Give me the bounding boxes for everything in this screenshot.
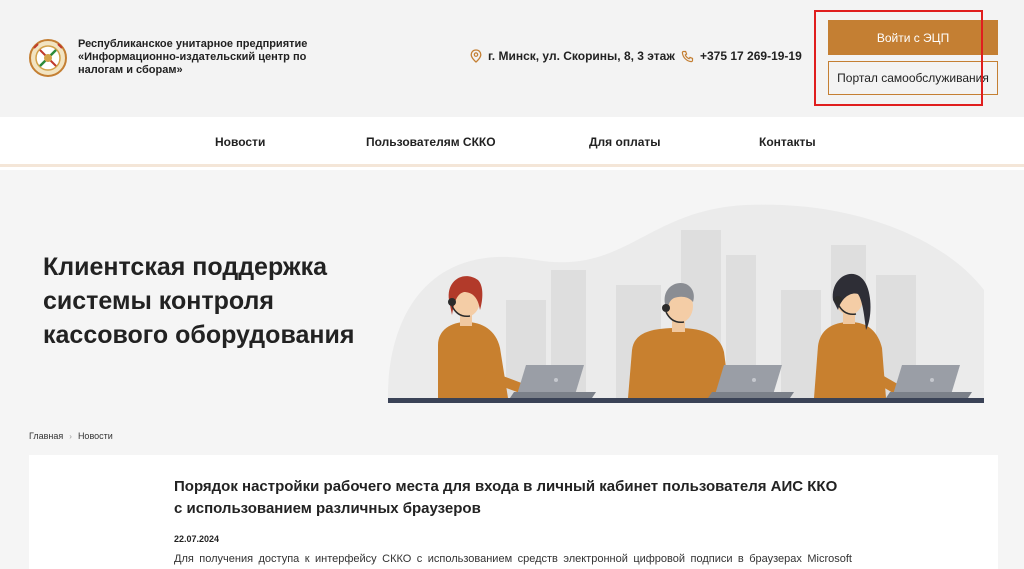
org-name-line-3: налогам и сборам»: [78, 64, 183, 76]
hero-banner: Клиентская поддержка системы контроля ка…: [0, 170, 1024, 403]
phone-number: +375 17 269-19-19: [700, 49, 802, 63]
hero-title-line-2: системы контроля: [43, 287, 274, 315]
article-title-line-2: с использованием различных браузеров: [174, 500, 481, 517]
org-name-line-1: Республиканское унитарное предприятие: [78, 38, 308, 50]
article-title-line-1: Порядок настройки рабочего места для вхо…: [174, 478, 838, 495]
org-name-line-2: «Информационно-издательский центр по: [78, 51, 307, 63]
breadcrumb-current: Новости: [77, 431, 113, 441]
phone[interactable]: +375 17 269-19-19: [681, 49, 802, 63]
site-header: Республиканское унитарное предприятие «И…: [0, 0, 1024, 117]
location-pin-icon: [470, 49, 482, 63]
main-navigation: Новости Пользователям СККО Для оплаты Ко…: [0, 117, 1024, 167]
hero-title: Клиентская поддержка системы контроля ка…: [43, 250, 354, 352]
login-ecp-button[interactable]: Войти с ЭЦП: [828, 20, 998, 55]
address: г. Минск, ул. Скорины, 8, 3 этаж: [470, 49, 675, 63]
nav-item-skko-users[interactable]: Пользователям СККО: [366, 135, 496, 149]
article-date: 22.07.2024: [174, 534, 220, 544]
chevron-right-icon: ›: [69, 431, 72, 441]
nav-item-contacts[interactable]: Контакты: [759, 135, 816, 149]
phone-icon: [681, 50, 694, 62]
address-text: г. Минск, ул. Скорины, 8, 3 этаж: [488, 49, 675, 63]
breadcrumb-home[interactable]: Главная: [29, 431, 63, 441]
self-service-portal-button[interactable]: Портал самообслуживания: [828, 61, 998, 95]
article-title[interactable]: Порядок настройки рабочего места для вхо…: [174, 476, 874, 520]
hero-title-line-1: Клиентская поддержка: [43, 253, 328, 281]
organization-name: Республиканское унитарное предприятие «И…: [78, 38, 318, 77]
support-agents-illustration: [387, 204, 984, 403]
nav-item-news[interactable]: Новости: [215, 135, 265, 149]
emblem-logo[interactable]: [28, 38, 68, 78]
article-text: Для получения доступа к интерфейсу СККО …: [174, 553, 852, 565]
hero-title-line-3: кассового оборудования: [43, 321, 355, 349]
breadcrumb: Главная › Новости: [29, 431, 113, 441]
nav-item-payment[interactable]: Для оплаты: [589, 135, 661, 149]
